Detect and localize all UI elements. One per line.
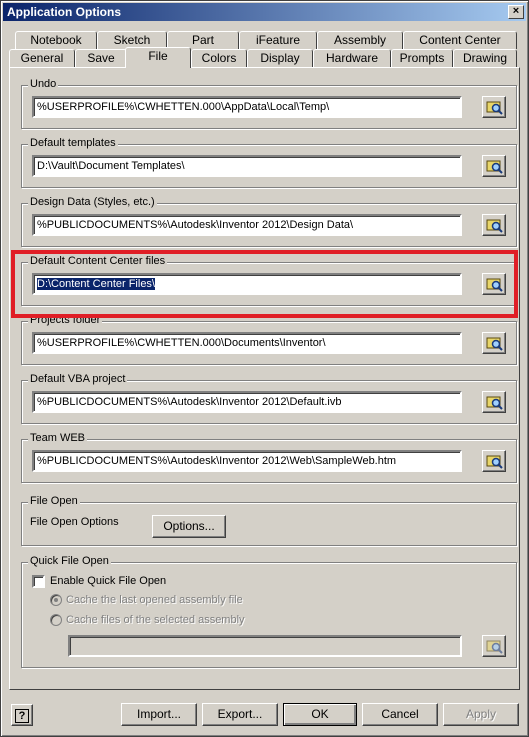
tab-save[interactable]: Save [75,49,127,67]
tab-file[interactable]: File [125,47,191,68]
tab-drawing[interactable]: Drawing [453,49,517,67]
team-web-path-field[interactable]: %PUBLICDOCUMENTS%\Autodesk\Inventor 2012… [32,450,462,472]
design-data-browse-button[interactable] [482,214,506,236]
tab-display[interactable]: Display [247,49,313,67]
undo-browse-button[interactable] [482,96,506,118]
tab-label: Content Center [419,33,501,47]
apply-button[interactable]: Apply [443,703,519,726]
tab-label: Drawing [462,51,507,65]
tab-label: Hardware [325,51,379,65]
tab-ifeature[interactable]: iFeature [239,31,317,49]
tab-colors[interactable]: Colors [191,49,247,67]
folder-search-icon [486,219,503,233]
tab-label: Assembly [333,33,386,47]
projects-path-field[interactable]: %USERPROFILE%\CWHETTEN.000\Documents\Inv… [32,332,462,354]
file-open-label: File Open [28,495,80,507]
ok-button[interactable]: OK [283,703,357,726]
tab-prompts[interactable]: Prompts [391,49,453,67]
templates-browse-button[interactable] [482,155,506,177]
folder-search-icon [486,278,503,292]
selected-path-text: D:\Content Center Files\ [36,277,156,291]
cache-last-assembly-radio[interactable] [50,594,62,606]
close-button[interactable]: × [508,5,524,19]
tab-label: Sketch [113,33,151,47]
team-web-label: Team WEB [28,432,88,444]
cancel-button[interactable]: Cancel [362,703,438,726]
tab-label: Save [87,51,115,65]
undo-path-field[interactable]: %USERPROFILE%\CWHETTEN.000\AppData\Local… [32,96,462,118]
content-center-group: Default Content Center files D:\Content … [21,255,517,306]
templates-label: Default templates [28,137,118,149]
tab-label: Notebook [30,33,82,47]
tab-label: General [20,51,64,65]
content-center-label: Default Content Center files [28,255,168,267]
tab-content-center[interactable]: Content Center [403,31,517,49]
cache-selected-assembly-radio[interactable] [50,614,62,626]
tab-assembly[interactable]: Assembly [317,31,403,49]
undo-group: Undo %USERPROFILE%\CWHETTEN.000\AppData\… [21,78,517,129]
help-button[interactable]: ? [11,704,33,726]
tab-label: Colors [201,51,237,65]
file-open-options-label: File Open Options [30,516,119,528]
enable-quick-open-checkbox[interactable] [32,575,45,588]
folder-search-icon [486,337,503,351]
templates-group: Default templates D:\Vault\Document Temp… [21,137,517,188]
folder-search-icon [486,640,503,654]
tab-general[interactable]: General [9,49,75,67]
projects-browse-button[interactable] [482,332,506,354]
export-button[interactable]: Export... [202,703,278,726]
application-options-window: Application Options × Notebook Sketch Pa… [0,0,529,737]
cache-selected-assembly-label: Cache files of the selected assembly [66,614,245,626]
content-center-path-field[interactable]: D:\Content Center Files\ [32,273,462,295]
title-bar: Application Options × [3,3,526,21]
tab-hardware[interactable]: Hardware [313,49,391,67]
vba-group: Default VBA project %PUBLICDOCUMENTS%\Au… [21,373,517,424]
team-web-group: Team WEB %PUBLICDOCUMENTS%\Autodesk\Inve… [21,432,517,483]
quick-file-open-label: Quick File Open [28,555,111,567]
cache-last-assembly-label: Cache the last opened assembly file [66,594,243,606]
team-web-browse-button[interactable] [482,450,506,472]
window-title: Application Options [7,5,121,19]
tab-notebook[interactable]: Notebook [15,31,97,49]
folder-search-icon [486,160,503,174]
tab-label: Prompts [399,51,445,65]
design-data-path-field[interactable]: %PUBLICDOCUMENTS%\Autodesk\Inventor 2012… [32,214,462,236]
vba-path-field[interactable]: %PUBLICDOCUMENTS%\Autodesk\Inventor 2012… [32,391,462,413]
tab-label: Display [260,51,300,65]
quick-file-open-group: Quick File Open Enable Quick File Open C… [21,555,517,668]
projects-label: Projects folder [28,314,103,326]
vba-label: Default VBA project [28,373,128,385]
folder-search-icon [486,101,503,115]
tab-label: iFeature [255,33,301,47]
quick-open-path-field[interactable] [68,635,462,657]
tab-label: File [148,49,168,63]
vba-browse-button[interactable] [482,391,506,413]
content-center-browse-button[interactable] [482,273,506,295]
options-button[interactable]: Options... [152,515,226,538]
folder-search-icon [486,396,503,410]
tab-label: Part [191,33,214,47]
help-icon: ? [15,709,29,723]
projects-group: Projects folder %USERPROFILE%\CWHETTEN.0… [21,314,517,365]
quick-open-browse-button[interactable] [482,635,506,657]
enable-quick-open-label: Enable Quick File Open [50,575,167,587]
undo-label: Undo [28,78,59,90]
folder-search-icon [486,455,503,469]
design-data-label: Design Data (Styles, etc.) [28,196,157,208]
design-data-group: Design Data (Styles, etc.) %PUBLICDOCUME… [21,196,517,247]
file-open-group: File Open File Open Options Options... [21,495,517,546]
templates-path-field[interactable]: D:\Vault\Document Templates\ [32,155,462,177]
import-button[interactable]: Import... [121,703,197,726]
